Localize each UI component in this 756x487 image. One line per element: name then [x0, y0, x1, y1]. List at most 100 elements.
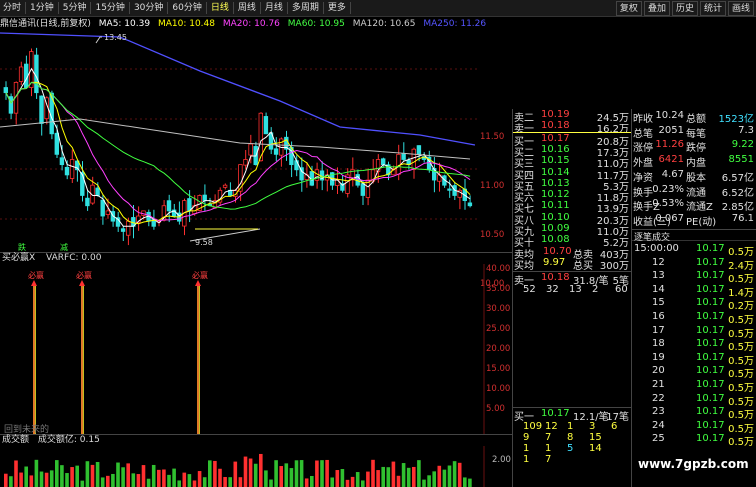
candle-body[interactable] — [18, 66, 24, 82]
tick-row[interactable]: 13 10.17 0.5万 — [632, 270, 756, 285]
candle-body[interactable] — [294, 160, 299, 171]
tick-price: 10.17 — [696, 311, 725, 322]
orderbook-price: 10.09 — [541, 223, 570, 234]
tick-time: 25 — [652, 433, 665, 445]
period-tab-0[interactable]: 分时 — [0, 1, 24, 16]
period-tab-6[interactable]: 日线 — [208, 1, 232, 16]
candle-body[interactable] — [222, 184, 228, 188]
volume-bar — [192, 480, 197, 487]
tick-price: 10.17 — [696, 406, 725, 418]
candle-body[interactable] — [105, 210, 110, 215]
volume-bar — [248, 458, 253, 487]
volume-bar — [172, 468, 176, 487]
candle-body[interactable] — [202, 194, 207, 202]
tick-row[interactable]: 17 10.17 0.5万 — [632, 325, 756, 340]
candle-body[interactable] — [401, 153, 406, 160]
tick-row[interactable]: 15 10.17 0.2万 — [632, 297, 756, 312]
volume-bar — [335, 470, 340, 487]
volume-bar — [80, 480, 85, 487]
quote-row: 涨停 11.26 跌停 9.22 — [632, 138, 756, 154]
candle-body[interactable] — [243, 159, 248, 166]
orderbook-row: 买二 10.16 17.3万 — [513, 144, 631, 159]
tick-row[interactable]: 12 10.17 2.4万 — [632, 257, 756, 272]
kline-chart[interactable]: 13.45 9.58 跌 减 — [0, 31, 512, 252]
tick-row[interactable]: 23 10.17 0.5万 — [632, 406, 756, 421]
tick-row[interactable]: 24 10.17 0.5万 — [632, 420, 756, 435]
candle-body[interactable] — [447, 188, 452, 191]
tool-button-3[interactable]: 统计 — [699, 0, 726, 16]
volume-bar — [197, 471, 202, 487]
candle-body[interactable] — [120, 228, 126, 232]
volume-chart[interactable] — [0, 446, 512, 487]
quote-row: 总笔 2051 每笔 7.3 — [632, 124, 756, 140]
volume-bar — [447, 465, 452, 487]
orderbook-row: 买七 10.11 13.9万 — [513, 200, 631, 215]
tick-row[interactable]: 22 10.17 0.5万 — [632, 393, 756, 408]
candle-body[interactable] — [187, 198, 192, 212]
candle-body[interactable] — [396, 153, 401, 175]
quote-value: 76.1 — [731, 212, 754, 224]
tool-button-0[interactable]: 复权 — [615, 0, 642, 16]
period-tab-3[interactable]: 15分钟 — [92, 1, 127, 16]
ma5-label: MA5: 10.39 — [98, 19, 151, 29]
candle-body[interactable] — [411, 148, 416, 170]
period-tab-4[interactable]: 30分钟 — [131, 1, 166, 16]
candle-body[interactable] — [69, 159, 75, 179]
tick-row[interactable]: 18 10.17 0.5万 — [632, 338, 756, 353]
period-tab-10[interactable]: 更多 — [325, 1, 349, 16]
period-tab-2[interactable]: 5分钟 — [60, 1, 90, 16]
queue-order: 5 — [567, 443, 574, 454]
period-tab-9[interactable]: 多周期 — [289, 1, 322, 16]
indicator1-chart[interactable]: 必赢 必赢 必赢 — [0, 264, 512, 434]
candle-body[interactable] — [416, 145, 422, 155]
volume-bar — [330, 477, 334, 487]
candle-body[interactable] — [80, 172, 85, 196]
tick-row[interactable]: 19 10.17 0.5万 — [632, 352, 756, 367]
candle-body[interactable] — [166, 200, 172, 212]
candle-body[interactable] — [95, 187, 100, 196]
tick-time: 15 — [652, 297, 665, 309]
tool-button-1[interactable]: 叠加 — [643, 0, 670, 16]
indicator2-tick: 2.00 — [492, 455, 511, 465]
tick-price: 10.17 — [696, 365, 725, 377]
volume-bar — [412, 466, 416, 487]
candle-body[interactable] — [59, 157, 65, 166]
volume-bar — [167, 474, 171, 487]
volume-bar — [437, 465, 442, 487]
candle-body[interactable] — [100, 199, 105, 217]
tick-row[interactable]: 14 10.17 1.4万 — [632, 284, 756, 299]
sell-signal-label: 跌 — [18, 242, 26, 252]
period-tab-7[interactable]: 周线 — [235, 1, 259, 16]
volume-bar — [151, 464, 156, 487]
period-tab-5[interactable]: 60分钟 — [169, 1, 204, 16]
candle-body[interactable] — [64, 166, 70, 176]
candle-body[interactable] — [248, 143, 253, 156]
tick-row[interactable]: 21 10.17 0.5万 — [632, 379, 756, 394]
volume-bar — [85, 461, 90, 487]
candle-body[interactable] — [263, 116, 269, 135]
candle-body[interactable] — [85, 197, 90, 207]
tick-row[interactable]: 15:00:00 10.17 0.5万 — [632, 243, 756, 258]
tick-time: 13 — [652, 270, 665, 282]
candle-body[interactable] — [380, 158, 386, 166]
candle-body[interactable] — [467, 202, 473, 207]
tick-row[interactable]: 20 10.17 0.5万 — [632, 365, 756, 380]
quote-value: 0.53% — [652, 198, 684, 210]
quote-row: 收益(三) 0.067 PE(动) 76.1 — [632, 212, 756, 228]
period-tab-1[interactable]: 1分钟 — [27, 1, 57, 16]
candle-body[interactable] — [360, 183, 365, 196]
candle-body[interactable] — [126, 220, 131, 236]
candle-body[interactable] — [54, 132, 59, 155]
period-tab-8[interactable]: 月线 — [262, 1, 286, 16]
tick-row[interactable]: 25 10.17 0.5万 — [632, 433, 756, 448]
tick-row[interactable]: 16 10.17 0.5万 — [632, 311, 756, 326]
tick-list[interactable]: 逐笔成交 15:00:00 10.17 0.5万 12 10.17 2.4万 13 10.17 0… — [632, 229, 756, 487]
candle-body[interactable] — [273, 148, 279, 155]
ma20-line — [5, 81, 471, 222]
volume-bar — [44, 472, 49, 487]
candle-body[interactable] — [39, 95, 44, 124]
volume-bar — [34, 459, 39, 487]
tool-button-2[interactable]: 历史 — [671, 0, 698, 16]
tool-button-4[interactable]: 画线 — [727, 0, 754, 16]
candle-body[interactable] — [3, 87, 8, 94]
